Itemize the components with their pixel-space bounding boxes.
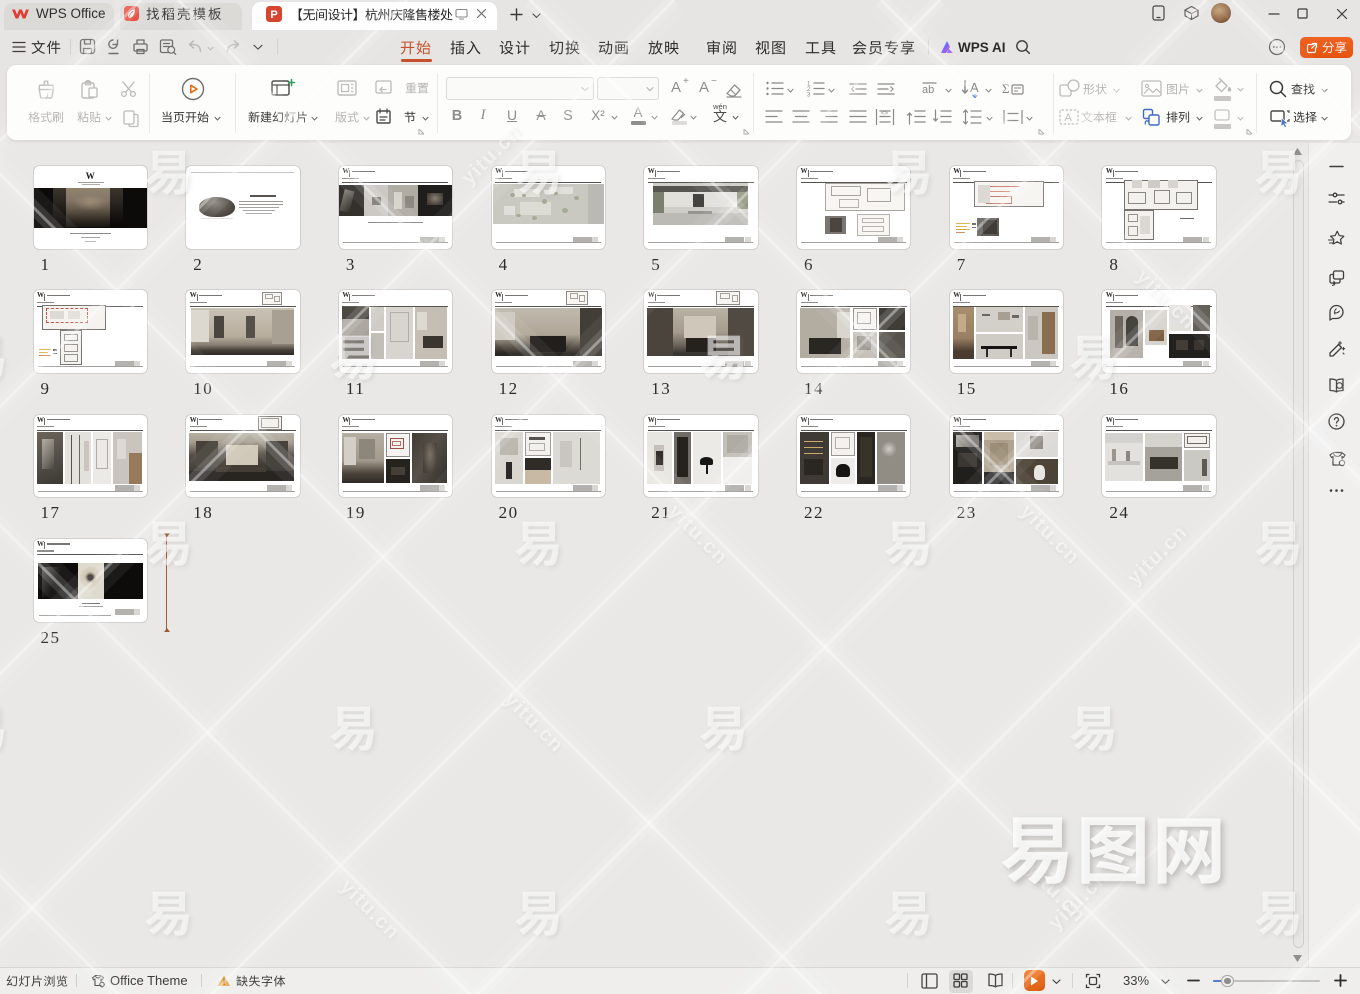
svg-text:A: A (970, 80, 979, 95)
svg-text:Σ: Σ (1002, 81, 1010, 96)
svg-text:P: P (270, 9, 277, 21)
svg-text:3: 3 (807, 93, 811, 99)
svg-text:A: A (1065, 112, 1073, 124)
svg-text:<>: <> (881, 111, 889, 117)
svg-text:ab: ab (922, 84, 934, 96)
